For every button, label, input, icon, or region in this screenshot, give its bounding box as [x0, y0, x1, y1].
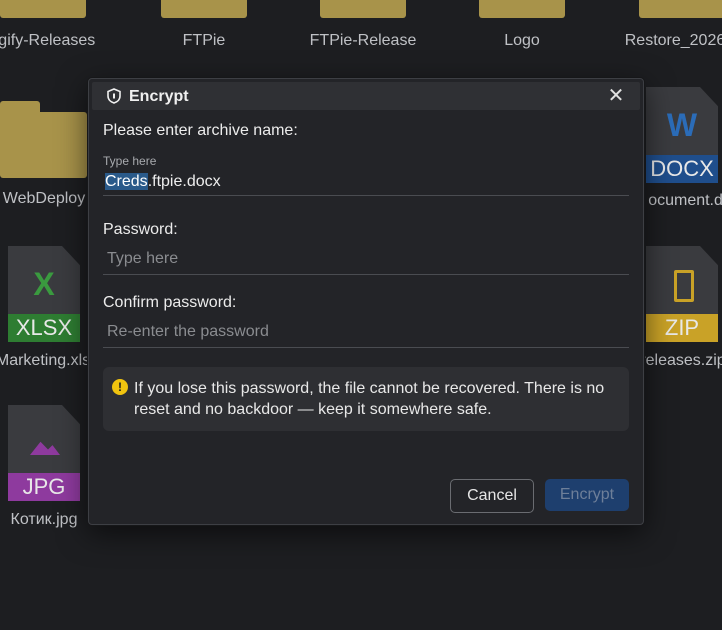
encrypt-dialog: Encrypt ✕ Please enter archive name: Typ… — [88, 78, 644, 525]
jpg-file-icon: JPG — [8, 405, 80, 501]
image-icon — [30, 441, 60, 455]
file-label: releases.zip — [640, 352, 722, 369]
folder-icon — [479, 0, 565, 18]
folder-icon — [320, 0, 406, 18]
encrypt-button[interactable]: Encrypt — [545, 479, 629, 511]
folder-label: Logo — [504, 32, 540, 49]
folder-icon — [0, 112, 87, 178]
xlsx-badge: XLSX — [8, 314, 80, 342]
zip-badge: ZIP — [646, 314, 718, 342]
folder-label: FTPie — [182, 32, 226, 49]
dialog-title: Encrypt — [129, 88, 189, 105]
folder-icon — [0, 0, 86, 18]
docx-badge: DOCX — [646, 155, 718, 183]
cancel-button[interactable]: Cancel — [450, 479, 534, 513]
archive-name-underline — [103, 195, 629, 196]
folder-icon — [161, 0, 247, 18]
folder-label: lgify-Releases — [0, 32, 96, 49]
archive-name-rest: .ftpie.docx — [147, 173, 221, 190]
dialog-titlebar[interactable]: Encrypt ✕ — [92, 82, 640, 110]
file-label: Marketing.xls — [0, 352, 91, 369]
folder-label: Restore_2026 — [624, 32, 722, 49]
selected-text: Creds — [105, 173, 148, 190]
warning-icon: ! — [112, 379, 128, 395]
file-label: ocument.do — [648, 192, 722, 209]
password-input[interactable]: Type here — [107, 250, 178, 268]
file-label: Котик.jpg — [10, 511, 78, 528]
folder-icon — [639, 0, 722, 18]
shield-icon — [107, 88, 121, 104]
confirm-password-input[interactable]: Re-enter the password — [107, 323, 269, 341]
folder-label: FTPie-Release — [309, 32, 417, 49]
archive-name-input[interactable]: Creds.ftpie.docx — [105, 173, 221, 191]
warning-text: If you lose this password, the file cann… — [134, 380, 605, 418]
close-button[interactable]: ✕ — [606, 86, 626, 106]
zipper-icon — [674, 270, 694, 302]
confirm-password-label: Confirm password: — [103, 294, 237, 311]
archive-name-label: Please enter archive name: — [103, 122, 298, 139]
confirm-password-underline — [103, 347, 629, 348]
password-underline — [103, 274, 629, 275]
archive-name-hint: Type here — [103, 154, 157, 168]
password-label: Password: — [103, 221, 178, 238]
close-icon: ✕ — [607, 85, 625, 107]
folder-label: WebDeploy — [2, 190, 86, 207]
excel-icon: X — [33, 266, 55, 302]
word-icon: W — [666, 107, 698, 143]
zip-file-icon: ZIP — [646, 246, 718, 342]
warning-box: ! If you lose this password, the file ca… — [103, 367, 629, 431]
docx-file-icon: W DOCX — [646, 87, 718, 183]
jpg-badge: JPG — [8, 473, 80, 501]
xlsx-file-icon: X XLSX — [8, 246, 80, 342]
